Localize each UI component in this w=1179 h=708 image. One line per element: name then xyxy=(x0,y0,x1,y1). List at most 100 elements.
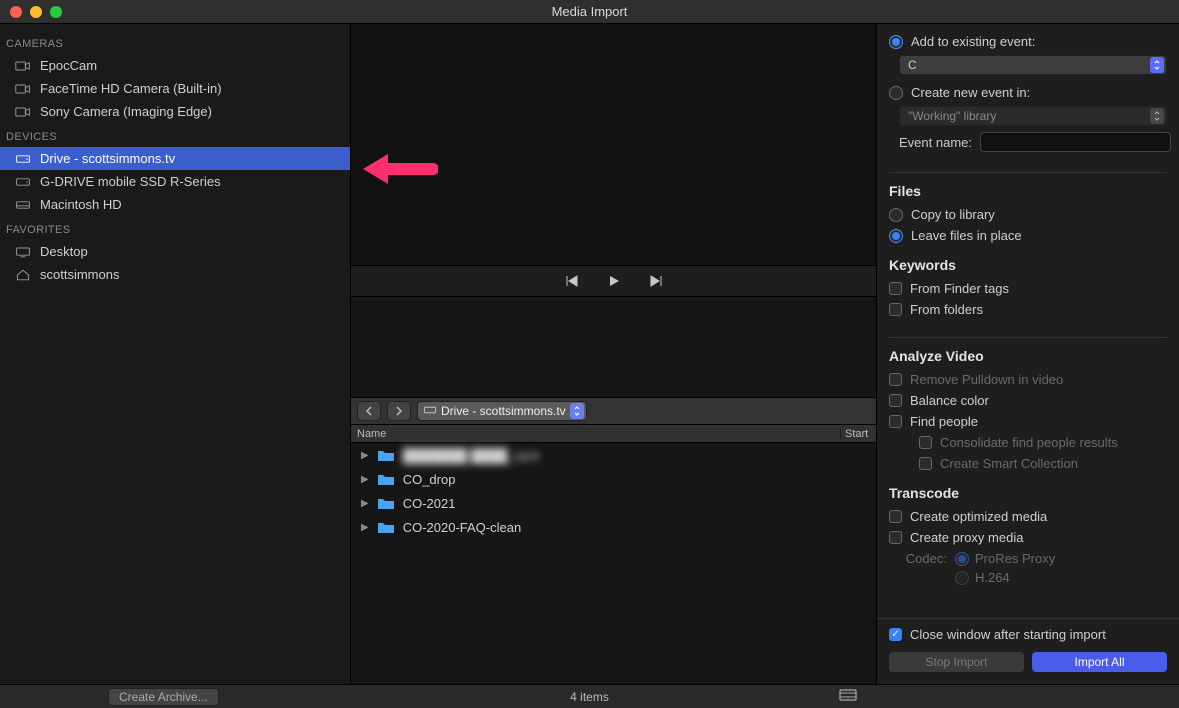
nav-back-button[interactable] xyxy=(357,401,381,421)
sidebar-item-drive-scottsimmons[interactable]: Drive - scottsimmons.tv xyxy=(0,147,350,170)
create-new-event-label: Create new event in: xyxy=(911,85,1030,100)
next-clip-button[interactable] xyxy=(649,274,663,288)
thumbnail-strip xyxy=(351,297,876,397)
create-proxy-label: Create proxy media xyxy=(910,530,1023,545)
sidebar-item-label: scottsimmons xyxy=(40,267,119,282)
radio-add-existing-event[interactable] xyxy=(889,35,903,49)
sidebar-item-camera-facetime[interactable]: FaceTime HD Camera (Built-in) xyxy=(0,77,350,100)
titlebar: Media Import xyxy=(0,0,1179,24)
create-archive-button[interactable]: Create Archive... xyxy=(108,688,219,706)
file-name: CO-2020-FAQ-clean xyxy=(403,520,522,535)
sidebar-item-label: FaceTime HD Camera (Built-in) xyxy=(40,81,222,96)
event-name-input[interactable] xyxy=(980,132,1171,152)
sidebar-item-label: Desktop xyxy=(40,244,88,259)
filmstrip-view-icon[interactable] xyxy=(839,688,857,705)
prev-clip-button[interactable] xyxy=(565,274,579,288)
status-bar: Create Archive... 4 items xyxy=(0,684,1179,708)
playback-controls xyxy=(351,265,876,297)
checkbox-consolidate-people xyxy=(919,436,932,449)
column-start-header[interactable]: Start xyxy=(840,428,876,440)
file-row[interactable]: ▶ CO-2020-FAQ-clean xyxy=(351,515,876,539)
media-viewer xyxy=(351,24,876,265)
window-title: Media Import xyxy=(0,4,1179,19)
sidebar-section-favorites: FAVORITES xyxy=(0,216,350,240)
consolidate-people-label: Consolidate find people results xyxy=(940,435,1118,450)
close-after-import-label: Close window after starting import xyxy=(910,627,1106,642)
sidebar-item-camera-epoccam[interactable]: EpocCam xyxy=(0,54,350,77)
nav-forward-button[interactable] xyxy=(387,401,411,421)
sidebar-item-home[interactable]: scottsimmons xyxy=(0,263,350,286)
desktop-icon xyxy=(14,245,32,259)
checkbox-create-proxy[interactable] xyxy=(889,531,902,544)
path-dropdown-label: Drive - scottsimmons.tv xyxy=(441,404,566,418)
event-select[interactable]: C xyxy=(899,55,1167,75)
sidebar-item-desktop[interactable]: Desktop xyxy=(0,240,350,263)
sidebar-item-camera-sony[interactable]: Sony Camera (Imaging Edge) xyxy=(0,100,350,123)
disclosure-triangle-icon[interactable]: ▶ xyxy=(361,474,369,485)
file-row[interactable]: ▶ ███████ ████_spot xyxy=(351,443,876,467)
codec-h264-label: H.264 xyxy=(975,570,1010,585)
sidebar-item-macintosh-hd[interactable]: Macintosh HD xyxy=(0,193,350,216)
balance-color-label: Balance color xyxy=(910,393,989,408)
from-finder-tags-label: From Finder tags xyxy=(910,281,1009,296)
table-header: Name Start xyxy=(351,425,876,443)
library-select[interactable]: "Working" library xyxy=(899,106,1167,126)
sidebar-item-label: G-DRIVE mobile SSD R-Series xyxy=(40,174,221,189)
checkbox-from-folders[interactable] xyxy=(889,303,902,316)
path-navbar: Drive - scottsimmons.tv xyxy=(351,397,876,425)
checkbox-create-optimized[interactable] xyxy=(889,510,902,523)
checkbox-from-finder-tags[interactable] xyxy=(889,282,902,295)
camera-icon xyxy=(14,82,32,96)
codec-label: Codec: xyxy=(899,551,947,566)
file-row[interactable]: ▶ CO_drop xyxy=(351,467,876,491)
analyze-video-heading: Analyze Video xyxy=(889,348,1167,364)
disclosure-triangle-icon[interactable]: ▶ xyxy=(361,522,369,533)
radio-leave-files-in-place[interactable] xyxy=(889,229,903,243)
radio-copy-to-library[interactable] xyxy=(889,208,903,222)
column-name-header[interactable]: Name xyxy=(351,428,840,440)
sidebar-item-gdrive-ssd[interactable]: G-DRIVE mobile SSD R-Series xyxy=(0,170,350,193)
item-count-label: 4 items xyxy=(570,690,609,704)
disclosure-triangle-icon[interactable]: ▶ xyxy=(361,498,369,509)
leave-files-in-place-label: Leave files in place xyxy=(911,228,1022,243)
external-drive-icon xyxy=(14,152,32,166)
checkbox-close-after-import[interactable] xyxy=(889,628,902,641)
checkbox-balance-color[interactable] xyxy=(889,394,902,407)
camera-icon xyxy=(14,105,32,119)
folder-icon xyxy=(377,448,395,462)
sidebar-section-cameras: CAMERAS xyxy=(0,30,350,54)
library-select-value: "Working" library xyxy=(908,109,996,123)
path-dropdown[interactable]: Drive - scottsimmons.tv xyxy=(417,401,587,421)
event-select-value: C xyxy=(908,58,917,72)
stop-import-button: Stop Import xyxy=(889,652,1024,672)
sidebar-item-label: Sony Camera (Imaging Edge) xyxy=(40,104,212,119)
camera-icon xyxy=(14,59,32,73)
codec-prores-label: ProRes Proxy xyxy=(975,551,1055,566)
file-name: CO_drop xyxy=(403,472,456,487)
radio-create-new-event[interactable] xyxy=(889,86,903,100)
files-heading: Files xyxy=(889,183,1167,199)
transcode-heading: Transcode xyxy=(889,485,1167,501)
import-all-button[interactable]: Import All xyxy=(1032,652,1167,672)
sidebar-section-devices: DEVICES xyxy=(0,123,350,147)
file-row[interactable]: ▶ CO-2021 xyxy=(351,491,876,515)
external-drive-icon xyxy=(14,175,32,189)
internal-drive-icon xyxy=(14,198,32,212)
folder-icon xyxy=(377,496,395,510)
create-optimized-label: Create optimized media xyxy=(910,509,1047,524)
chevron-updown-icon xyxy=(570,403,584,419)
import-options-panel: Add to existing event: C Create new even… xyxy=(877,24,1179,684)
play-button[interactable] xyxy=(607,274,621,288)
sidebar-item-label: EpocCam xyxy=(40,58,97,73)
from-folders-label: From folders xyxy=(910,302,983,317)
folder-icon xyxy=(377,472,395,486)
keywords-heading: Keywords xyxy=(889,257,1167,273)
center-panel: Drive - scottsimmons.tv Name Start ▶ ███… xyxy=(351,24,877,684)
chevron-updown-icon xyxy=(1150,108,1164,124)
remove-pulldown-label: Remove Pulldown in video xyxy=(910,372,1063,387)
file-list: ▶ ███████ ████_spot ▶ CO_drop ▶ CO-2021 xyxy=(351,443,876,684)
disclosure-triangle-icon[interactable]: ▶ xyxy=(361,450,369,461)
file-name: CO-2021 xyxy=(403,496,456,511)
checkbox-find-people[interactable] xyxy=(889,415,902,428)
radio-codec-prores xyxy=(955,552,969,566)
